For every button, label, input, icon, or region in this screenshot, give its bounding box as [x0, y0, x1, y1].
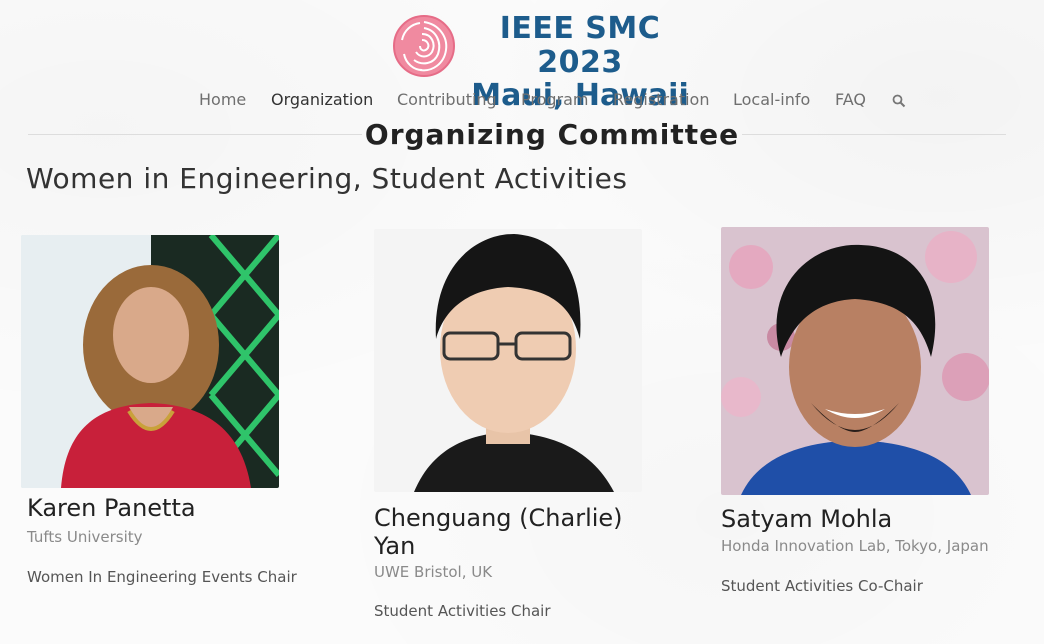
- page-title: Organizing Committee: [364, 118, 740, 151]
- member-affiliation: Honda Innovation Lab, Tokyo, Japan: [721, 537, 989, 555]
- title-divider-left: [28, 134, 362, 135]
- nav-item-home[interactable]: Home: [199, 90, 246, 109]
- member-role: Student Activities Chair: [374, 602, 551, 620]
- nav-item-contributing[interactable]: Contributing: [397, 90, 497, 109]
- main-nav: Home Organization Contributing Program R…: [0, 90, 1044, 114]
- member-name: Karen Panetta: [27, 494, 196, 522]
- member-name: Satyam Mohla: [721, 505, 893, 533]
- site-header: IEEE SMC 2023 Maui, Hawaii Home Organiza…: [0, 0, 1044, 120]
- member-photo: [374, 229, 642, 492]
- member-affiliation: Tufts University: [27, 528, 143, 546]
- member-affiliation: UWE Bristol, UK: [374, 563, 493, 581]
- nav-item-registration[interactable]: Registration: [613, 90, 709, 109]
- brand-title: IEEE SMC 2023: [499, 11, 661, 80]
- section-title: Women in Engineering, Student Activities: [26, 162, 628, 195]
- member-name: Chenguang (Charlie) Yan: [374, 504, 623, 560]
- nav-item-faq[interactable]: FAQ: [835, 90, 866, 109]
- nav-item-organization[interactable]: Organization: [271, 90, 373, 109]
- nav-item-program[interactable]: Program: [521, 90, 589, 109]
- rose-flower-icon[interactable]: [392, 14, 456, 78]
- nav-item-local-info[interactable]: Local-info: [733, 90, 810, 109]
- member-role: Student Activities Co-Chair: [721, 577, 923, 595]
- title-divider-right: [742, 134, 1006, 135]
- member-photo: [721, 227, 989, 495]
- member-photo: [21, 235, 279, 488]
- member-role: Women In Engineering Events Chair: [27, 568, 297, 586]
- search-icon[interactable]: [892, 94, 906, 108]
